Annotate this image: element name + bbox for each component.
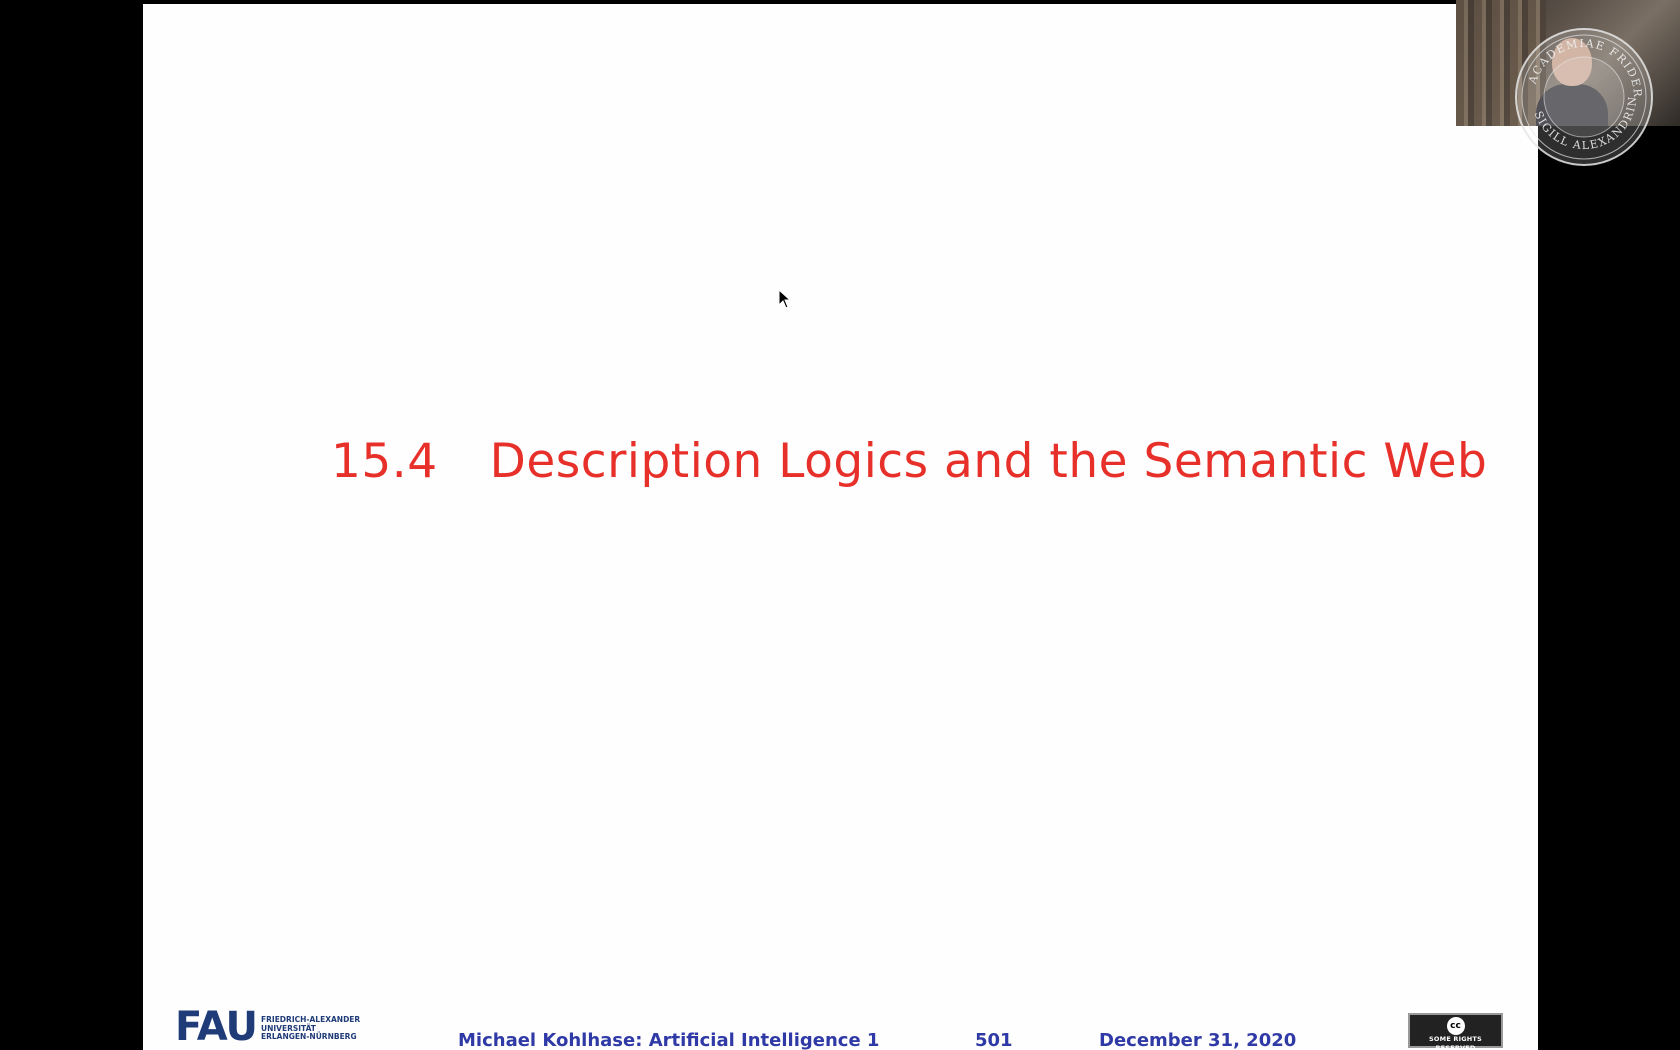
- university-seal-watermark: ACADEMIAE FRIDERICO SIGILL ALEXANDRINAE: [1512, 25, 1653, 166]
- fau-logo-line: ERLANGEN-NÜRNBERG: [261, 1032, 357, 1041]
- mouse-cursor-icon: [778, 289, 792, 309]
- cc-license-label: SOME RIGHTS RESERVED: [1429, 1035, 1482, 1050]
- footer-date: December 31, 2020: [1099, 1030, 1297, 1050]
- fau-logo-text: FRIEDRICH-ALEXANDER UNIVERSITÄT ERLANGEN…: [261, 1015, 360, 1042]
- fau-logo-mark: FAU: [175, 1004, 258, 1050]
- footer-author-course: Michael Kohlhase: Artificial Intelligenc…: [458, 1030, 880, 1050]
- section-number: 15.4: [331, 434, 438, 489]
- fau-logo: FAU FRIEDRICH-ALEXANDER UNIVERSITÄT ERLA…: [175, 1004, 365, 1050]
- cc-license-badge[interactable]: cc SOME RIGHTS RESERVED: [1408, 1013, 1503, 1050]
- screen: 15.4 Description Logics and the Semantic …: [0, 0, 1680, 1050]
- section-title-text: Description Logics and the Semantic Web: [489, 434, 1488, 489]
- creative-commons-icon: cc: [1446, 1017, 1465, 1035]
- presentation-slide: 15.4 Description Logics and the Semantic …: [143, 4, 1538, 1050]
- footer-page-number: 501: [975, 1030, 1013, 1050]
- section-title: 15.4 Description Logics and the Semantic …: [331, 434, 1487, 489]
